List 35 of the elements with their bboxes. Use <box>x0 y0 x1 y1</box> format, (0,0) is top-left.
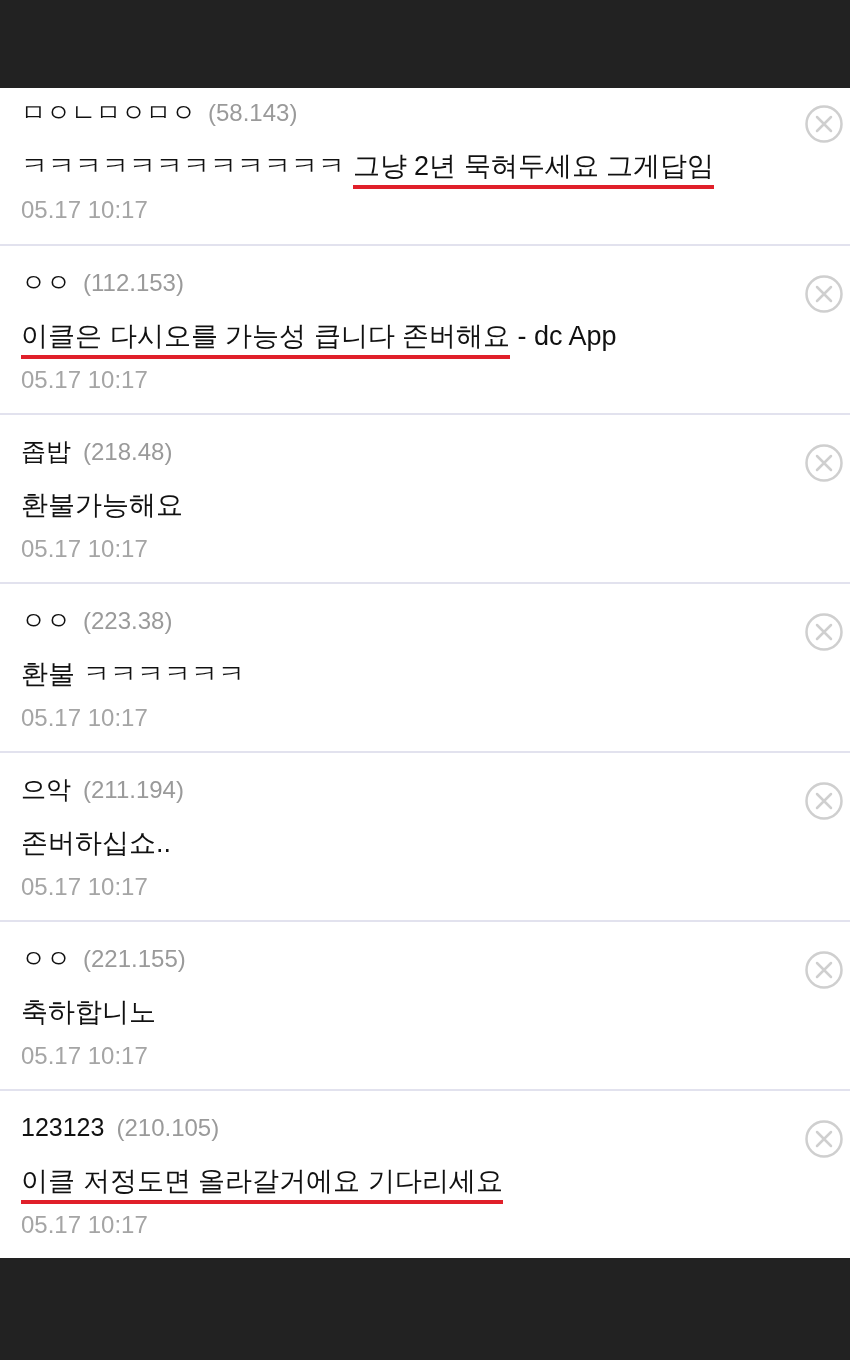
comment-text: ㅋㅋㅋㅋㅋㅋㅋㅋㅋㅋㅋㅋ 그냥 2년 묵혀두세요 그게답임 <box>21 145 715 186</box>
comment-text: 환불 ㅋㅋㅋㅋㅋㅋ <box>21 657 245 691</box>
author-name: 으악 <box>21 774 71 805</box>
author-name: ㅇㅇ <box>21 267 71 298</box>
comment-date: 05.17 10:17 <box>21 365 149 395</box>
ip-address: (218.48) <box>83 437 173 467</box>
author-name: 좁밥 <box>21 436 71 467</box>
close-icon[interactable] <box>804 274 844 314</box>
comment-date: 05.17 10:17 <box>21 195 149 225</box>
ip-address: (58.143) <box>208 98 298 128</box>
ip-address: (211.194) <box>83 775 184 805</box>
ip-address: (112.153) <box>83 268 184 298</box>
comment-text: 환불가능해요 <box>21 488 183 522</box>
comment-text: 존버하십쇼.. <box>21 826 172 860</box>
close-icon[interactable] <box>804 612 844 652</box>
close-icon[interactable] <box>804 950 844 990</box>
comment-text: 축하합니노 <box>21 995 157 1029</box>
comment-text: 이클은 다시오를 가능성 큽니다 존버해요 - dc App <box>21 315 617 356</box>
author-name: 123123 <box>21 1112 105 1143</box>
ip-address: (210.105) <box>116 1113 220 1143</box>
comment-date: 05.17 10:17 <box>21 1210 149 1240</box>
close-icon[interactable] <box>804 443 844 483</box>
close-icon[interactable] <box>804 1119 844 1159</box>
comment-date: 05.17 10:17 <box>21 872 149 902</box>
comment-text: 이클 저정도면 올라갈거에요 기다리세요 <box>21 1160 503 1201</box>
author-name: ㅇㅇ <box>21 943 71 974</box>
author-name: ㅁㅇㄴㅁㅇㅁㅇ <box>21 97 196 128</box>
ip-address: (221.155) <box>83 944 186 974</box>
close-icon[interactable] <box>804 104 844 144</box>
comment-date: 05.17 10:17 <box>21 534 149 564</box>
comment-date: 05.17 10:17 <box>21 703 149 733</box>
comment-date: 05.17 10:17 <box>21 1041 149 1071</box>
ip-address: (223.38) <box>83 606 173 636</box>
close-icon[interactable] <box>804 781 844 821</box>
author-name: ㅇㅇ <box>21 605 71 636</box>
